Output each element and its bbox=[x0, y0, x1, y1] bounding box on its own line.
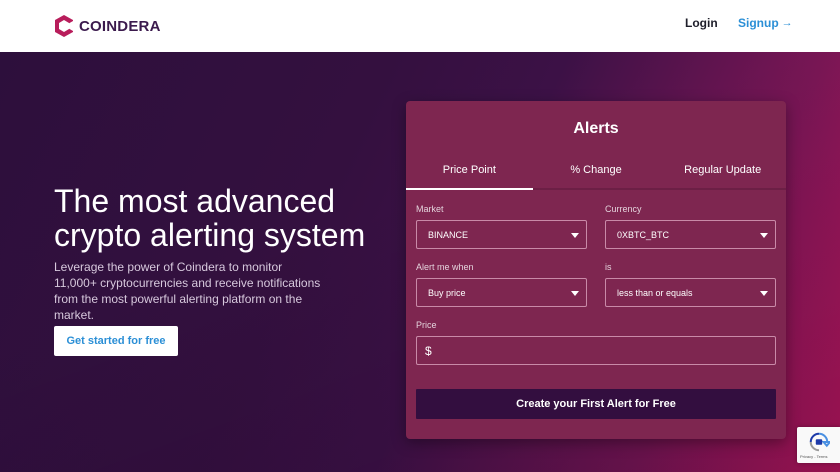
price-input[interactable]: $ bbox=[416, 336, 776, 365]
site-header: COINDERA Login Signup → bbox=[0, 0, 840, 52]
hero-subtext: Leverage the power of Coindera to monito… bbox=[54, 260, 321, 322]
market-label: Market bbox=[416, 204, 444, 214]
tab-percent-change[interactable]: % Change bbox=[533, 156, 660, 188]
logo[interactable]: COINDERA bbox=[54, 14, 161, 38]
condition-label: is bbox=[605, 262, 612, 272]
get-started-button[interactable]: Get started for free bbox=[54, 326, 178, 356]
signup-link[interactable]: Signup → bbox=[738, 16, 793, 30]
price-prefix: $ bbox=[425, 343, 432, 358]
caret-down-icon bbox=[571, 233, 579, 238]
alerts-card: Alerts Price Point % Change Regular Upda… bbox=[406, 101, 786, 439]
caret-down-icon bbox=[571, 291, 579, 296]
arrow-right-icon: → bbox=[781, 17, 793, 29]
create-alert-button[interactable]: Create your First Alert for Free bbox=[416, 389, 776, 419]
alert-type-tabs: Price Point % Change Regular Update bbox=[406, 156, 786, 190]
alerts-title: Alerts bbox=[573, 120, 619, 137]
price-label: Price bbox=[416, 320, 437, 330]
coindera-logo-icon bbox=[55, 15, 73, 37]
caret-down-icon bbox=[760, 291, 768, 296]
tab-price-point[interactable]: Price Point bbox=[406, 156, 533, 190]
tab-regular-update[interactable]: Regular Update bbox=[659, 156, 786, 188]
login-link[interactable]: Login bbox=[685, 16, 718, 30]
currency-select-value: 0XBTC_BTC bbox=[617, 229, 670, 240]
recaptcha-icon bbox=[809, 432, 830, 452]
alert-when-label: Alert me when bbox=[416, 262, 474, 272]
hero-headline: The most advanced crypto alerting system bbox=[54, 183, 366, 253]
currency-label: Currency bbox=[605, 204, 642, 214]
alert-when-select-value: Buy price bbox=[428, 287, 466, 298]
market-select-value: BINANCE bbox=[428, 229, 469, 240]
condition-select-value: less than or equals bbox=[617, 287, 693, 298]
condition-select[interactable]: less than or equals bbox=[605, 278, 776, 307]
alert-when-select[interactable]: Buy price bbox=[416, 278, 587, 307]
currency-select[interactable]: 0XBTC_BTC bbox=[605, 220, 776, 249]
recaptcha-badge[interactable]: Privacy - Terms bbox=[797, 427, 840, 463]
caret-down-icon bbox=[760, 233, 768, 238]
market-select[interactable]: BINANCE bbox=[416, 220, 587, 249]
recaptcha-terms[interactable]: Privacy - Terms bbox=[800, 454, 827, 459]
signup-label: Signup bbox=[738, 16, 779, 30]
logo-text: COINDERA bbox=[79, 17, 161, 35]
hero-section: The most advanced crypto alerting system… bbox=[0, 52, 840, 472]
